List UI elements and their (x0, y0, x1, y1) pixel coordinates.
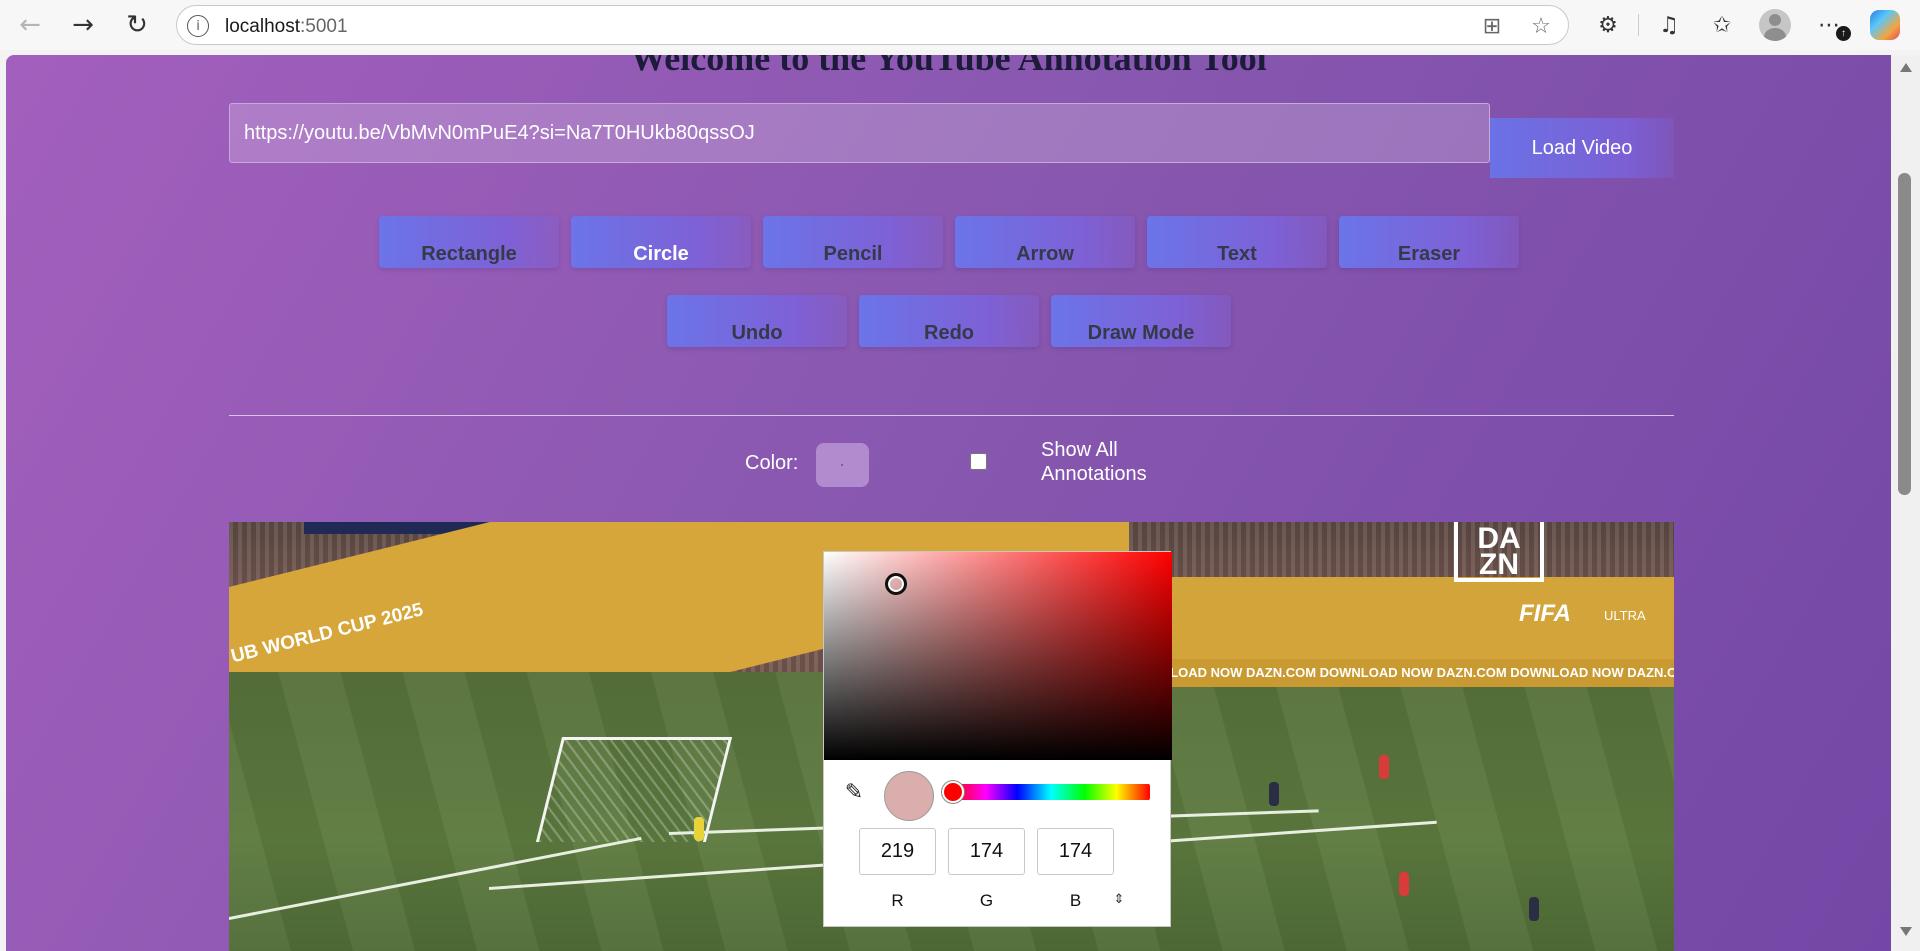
page-scrollbar[interactable] (1891, 55, 1920, 951)
scroll-down-arrow-icon[interactable] (1900, 927, 1912, 936)
draw-mode-button[interactable]: Draw Mode (1051, 295, 1231, 347)
saturation-value-area[interactable] (824, 552, 1172, 760)
video-goalkeeper (694, 817, 704, 841)
tool-pencil-button[interactable]: Pencil (763, 216, 943, 268)
tool-text-button[interactable]: Text (1147, 216, 1327, 268)
address-url[interactable]: localhost:5001 (225, 16, 348, 38)
color-picker-swatch[interactable] (816, 443, 869, 487)
back-arrow-icon[interactable]: ← (12, 8, 48, 42)
media-control-icon[interactable]: ♫ (1652, 8, 1686, 42)
profile-avatar[interactable] (1759, 9, 1791, 41)
favorites-icon[interactable]: ✩ (1705, 8, 1739, 42)
eyedropper-icon[interactable]: ✎ (840, 778, 868, 806)
red-label: R (891, 891, 904, 910)
scroll-up-arrow-icon[interactable] (1900, 63, 1912, 72)
load-video-button[interactable]: Load Video (1490, 118, 1674, 178)
tool-eraser-button[interactable]: Eraser (1339, 216, 1519, 268)
tool-arrow-button[interactable]: Arrow (955, 216, 1135, 268)
split-screen-icon[interactable]: ⊞ (1478, 12, 1506, 40)
blue-value-input[interactable] (1037, 828, 1114, 875)
color-mode-toggle-icon[interactable]: ⇕ (1110, 888, 1128, 910)
video-fifa-text: FIFA (1519, 600, 1571, 627)
tool-rectangle-button[interactable]: Rectangle (379, 216, 559, 268)
page-title: Welcome to the YouTube Annotation Tool (630, 55, 1267, 78)
section-divider (229, 415, 1674, 416)
video-stand-wall-right (1129, 577, 1674, 662)
show-all-annotations-label: Show All Annotations (1041, 439, 1147, 485)
page-viewport: Welcome to the YouTube Annotation Tool L… (6, 55, 1891, 951)
copilot-icon[interactable] (1870, 10, 1900, 40)
forward-arrow-icon[interactable]: → (65, 8, 101, 42)
video-player (1529, 897, 1539, 921)
update-badge: ↑ (1836, 26, 1851, 41)
browser-toolbar: ← → ↻ i localhost:5001 ⊞ ☆ ⚙ ♫ ✩ ⋯ ↑ (0, 0, 1920, 50)
undo-button[interactable]: Undo (667, 295, 847, 347)
blue-label: B (1069, 891, 1082, 910)
site-info-icon[interactable]: i (187, 15, 209, 37)
video-player (1399, 872, 1409, 896)
green-value-input[interactable] (948, 828, 1025, 875)
address-bar[interactable]: i localhost:5001 ⊞ ☆ (176, 5, 1569, 45)
hue-slider-thumb[interactable] (942, 781, 964, 803)
hue-slider[interactable] (952, 784, 1150, 800)
scrollbar-thumb[interactable] (1898, 173, 1911, 495)
video-url-input[interactable] (229, 103, 1490, 163)
color-label: Color: (745, 452, 799, 474)
video-dazn-logo: DA ZN (1454, 522, 1544, 582)
show-all-annotations-checkbox[interactable] (970, 453, 987, 470)
red-value-input[interactable] (859, 828, 936, 875)
refresh-icon[interactable]: ↻ (119, 8, 155, 42)
color-picker-popup: ✎ R G B ⇕ (823, 551, 1172, 927)
toolbar-separator (1638, 14, 1639, 36)
video-ad-board: DOWNLOAD NOW DAZN.COM DOWNLOAD NOW DAZN.… (1129, 659, 1674, 687)
video-player (1379, 755, 1389, 779)
green-label: G (979, 891, 994, 910)
extensions-icon[interactable]: ⚙ (1591, 8, 1625, 42)
favorite-star-icon[interactable]: ☆ (1527, 12, 1555, 40)
video-player (1269, 782, 1279, 806)
redo-button[interactable]: Redo (859, 295, 1039, 347)
tool-circle-button[interactable]: Circle (571, 216, 751, 268)
saturation-cursor[interactable] (885, 573, 907, 595)
selected-color-preview (884, 771, 934, 821)
video-ultra-text: ULTRA (1604, 608, 1646, 623)
